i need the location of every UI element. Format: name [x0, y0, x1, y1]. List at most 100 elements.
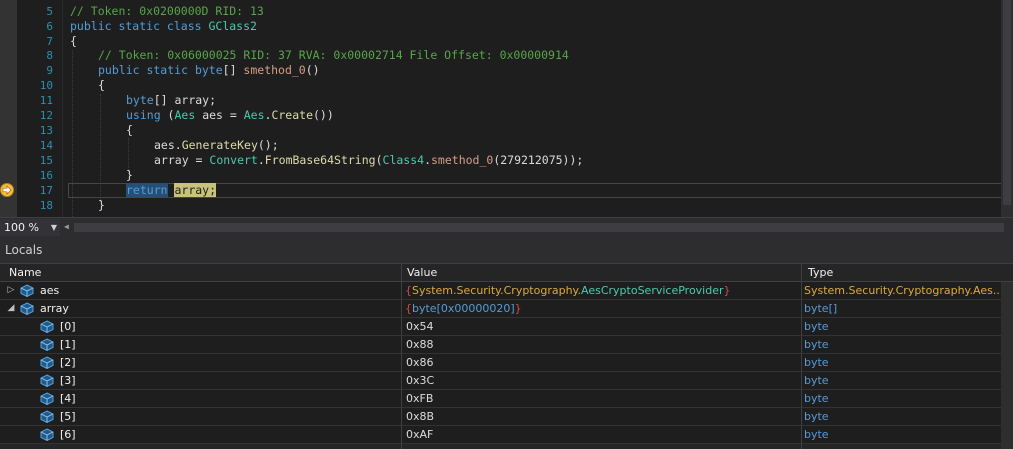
- breakpoint-margin[interactable]: [0, 0, 17, 217]
- element-index: [5]: [60, 410, 76, 423]
- value-brace: {: [405, 302, 412, 315]
- type-name: Aes: [174, 108, 196, 122]
- punctuation: ();: [257, 138, 279, 152]
- cube-icon: [40, 392, 54, 405]
- locals-window: Locals Name Value Type ▷ aes {System.Sec…: [0, 238, 1013, 449]
- element-type: byte: [804, 374, 829, 387]
- element-index: [6]: [60, 428, 76, 441]
- element-type: byte: [804, 392, 829, 405]
- code-line-5[interactable]: // Token: 0x0200000D RID: 13: [70, 4, 264, 19]
- punctuation: .: [424, 153, 431, 167]
- keyword: byte: [126, 93, 154, 107]
- horizontal-scrollbar-thumb[interactable]: [74, 223, 1004, 232]
- line-number: 11: [39, 94, 53, 107]
- scroll-left-icon[interactable]: ◀: [64, 222, 69, 231]
- array-variable-highlight: array;: [174, 183, 217, 197]
- array-element-row[interactable]: [3] 0x3C byte: [0, 372, 1013, 390]
- value-brace: {: [405, 284, 412, 297]
- comment: // Token: 0x0200000D RID: 13: [70, 4, 264, 18]
- keyword: public static class: [70, 19, 209, 33]
- code-text: aes.: [154, 138, 182, 152]
- locals-column-header: Name Value Type: [0, 263, 1013, 282]
- zoom-selector[interactable]: 100 % ▼: [0, 219, 60, 236]
- code-line-16[interactable]: }: [126, 168, 133, 183]
- code-line-11[interactable]: byte[] array;: [126, 93, 216, 108]
- element-value: 0x88: [406, 338, 434, 351]
- line-number: 16: [39, 169, 53, 182]
- code-line-18[interactable]: }: [98, 198, 105, 213]
- element-index: [0]: [60, 320, 76, 333]
- local-row-array[interactable]: ◢ array {byte[0x00000020]} byte[]: [0, 300, 1013, 318]
- array-element-row[interactable]: [1] 0x88 byte: [0, 336, 1013, 354]
- code-line-13[interactable]: {: [126, 123, 133, 138]
- locals-vertical-scrollbar[interactable]: [1001, 282, 1013, 449]
- cube-icon: [20, 284, 34, 297]
- code-line-10[interactable]: {: [98, 78, 105, 93]
- code-text: (279212075));: [493, 153, 584, 167]
- keyword: public static: [98, 63, 195, 77]
- code-line-8[interactable]: // Token: 0x06000025 RID: 37 RVA: 0x0000…: [98, 48, 569, 63]
- cube-icon: [40, 338, 54, 351]
- cube-icon: [40, 374, 54, 387]
- element-index: [4]: [60, 392, 76, 405]
- cube-icon: [40, 356, 54, 369]
- chevron-down-icon[interactable]: ▼: [51, 219, 57, 236]
- zoom-level: 100 %: [4, 221, 39, 234]
- code-line-15[interactable]: array = Convert.FromBase64String(Class4.…: [154, 153, 583, 168]
- punctuation: (: [375, 153, 383, 167]
- code-line-14[interactable]: aes.GenerateKey();: [154, 138, 279, 153]
- element-index: [1]: [60, 338, 76, 351]
- code-line-12[interactable]: using (Aes aes = Aes.Create()): [126, 108, 334, 123]
- cube-icon: [40, 428, 54, 441]
- code-line-6[interactable]: public static class GClass2: [70, 19, 257, 34]
- punctuation: (: [160, 108, 175, 122]
- element-index: [3]: [60, 374, 76, 387]
- element-type: byte: [804, 428, 829, 441]
- expand-arrow-icon[interactable]: ▷: [6, 282, 16, 299]
- gutter-separator: [62, 0, 63, 217]
- value-brace: }: [514, 302, 522, 315]
- code-text: aes =: [195, 108, 244, 122]
- type-name: Convert: [209, 153, 258, 167]
- code-editor[interactable]: 5 6 7 8 9 10 11 12 13 14 15 16 17 18 // …: [0, 0, 1013, 217]
- brace: }: [126, 168, 133, 182]
- column-divider[interactable]: [801, 264, 802, 282]
- execution-arrow-icon: [0, 183, 14, 197]
- element-value: 0xFB: [406, 392, 434, 405]
- column-header-name[interactable]: Name: [3, 264, 403, 282]
- code-line-7[interactable]: {: [70, 34, 77, 49]
- line-number: 7: [46, 35, 53, 48]
- keyword: using: [126, 108, 161, 122]
- code-line-17[interactable]: return array;: [126, 183, 217, 198]
- column-divider: [401, 282, 402, 449]
- line-number: 6: [46, 20, 53, 33]
- brace: {: [126, 123, 133, 137]
- code-text: [] array;: [153, 93, 217, 107]
- scrollbar-thumb[interactable]: [1003, 0, 1011, 205]
- brace: {: [70, 34, 77, 48]
- column-header-value[interactable]: Value: [401, 264, 801, 282]
- column-header-type[interactable]: Type: [802, 264, 1002, 282]
- local-value: {System.Security.Cryptography.AesCryptoS…: [405, 282, 797, 299]
- method-name: Create: [271, 108, 313, 122]
- editor-vertical-scrollbar[interactable]: [1001, 0, 1013, 217]
- line-number: 12: [39, 109, 53, 122]
- column-divider: [801, 282, 802, 449]
- array-element-row[interactable]: [0] 0x54 byte: [0, 318, 1013, 336]
- array-element-row[interactable]: [5] 0x8B byte: [0, 408, 1013, 426]
- value-array: byte[0x00000020]: [412, 302, 515, 315]
- local-row-aes[interactable]: ▷ aes {System.Security.Cryptography.AesC…: [0, 282, 1013, 300]
- local-name: array: [40, 302, 69, 315]
- collapse-arrow-icon[interactable]: ◢: [6, 300, 16, 317]
- line-number: 15: [39, 154, 53, 167]
- column-divider[interactable]: [401, 264, 402, 282]
- line-number: 5: [46, 5, 53, 18]
- element-type: byte: [804, 410, 829, 423]
- keyword: byte: [194, 63, 223, 77]
- array-element-row[interactable]: [6] 0xAF byte: [0, 426, 1013, 444]
- array-element-row[interactable]: [4] 0xFB byte: [0, 390, 1013, 408]
- code-line-9[interactable]: public static byte[] smethod_0(): [98, 63, 320, 78]
- return-keyword-highlight: return: [126, 183, 168, 197]
- array-element-row[interactable]: [2] 0x86 byte: [0, 354, 1013, 372]
- cube-icon: [40, 320, 54, 333]
